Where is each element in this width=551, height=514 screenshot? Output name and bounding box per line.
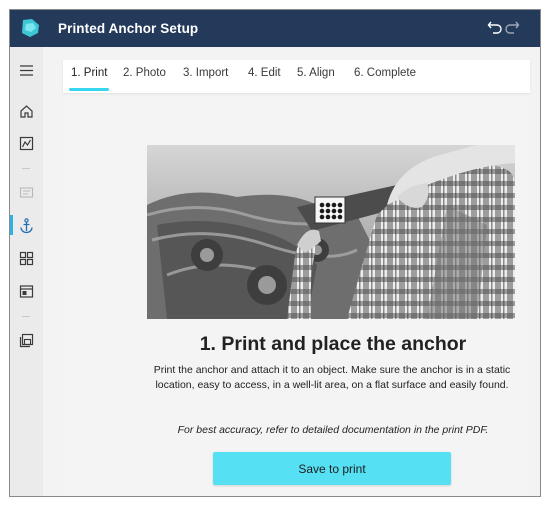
tab-complete[interactable]: 6. Complete	[354, 60, 416, 93]
save-to-print-button[interactable]: Save to print	[213, 452, 451, 485]
sidebar-divider	[22, 168, 30, 169]
anchor-placement-illustration	[147, 145, 515, 319]
app-window: Printed Anchor Setup 1. Print 2. Photo 3…	[9, 9, 541, 497]
undo-icon[interactable]	[486, 18, 504, 36]
step-card: 1. Print and place the anchor Print the …	[63, 97, 530, 496]
main-content: 1. Print 2. Photo 3. Import 4. Edit 5. A…	[53, 47, 540, 496]
active-tab-indicator	[69, 88, 110, 91]
tab-label: 6. Complete	[354, 67, 417, 79]
chart-icon[interactable]	[18, 135, 35, 152]
anchor-icon[interactable]	[18, 217, 35, 234]
hamburger-icon[interactable]	[18, 62, 35, 79]
step-heading: 1. Print and place the anchor	[199, 333, 467, 355]
outline-icon	[19, 187, 34, 198]
tab-label: 1. Print	[71, 67, 108, 79]
sidebar-divider	[22, 316, 30, 317]
grid-icon[interactable]	[18, 250, 35, 267]
guides-logo-icon	[22, 19, 39, 37]
step-tabs: 1. Print 2. Photo 3. Import 4. Edit 5. A…	[63, 60, 530, 93]
step-description: Print the anchor and attach it to an obj…	[153, 364, 511, 391]
tab-import[interactable]: 3. Import	[183, 60, 228, 93]
tab-edit[interactable]: 4. Edit	[248, 60, 281, 93]
tab-label: 3. Import	[183, 67, 229, 79]
accuracy-note: For best accuracy, refer to detailed doc…	[177, 424, 489, 436]
title-bar: Printed Anchor Setup	[10, 10, 540, 47]
sidebar	[10, 47, 43, 496]
tab-align[interactable]: 5. Align	[297, 60, 335, 93]
home-icon[interactable]	[18, 103, 35, 120]
preview-icon[interactable]	[18, 283, 35, 300]
tab-print[interactable]: 1. Print	[69, 60, 110, 93]
app-title: Printed Anchor Setup	[58, 21, 199, 36]
sidebar-active-indicator	[10, 215, 13, 235]
tab-label: 2. Photo	[123, 67, 166, 79]
redo-icon[interactable]	[503, 18, 521, 36]
tab-label: 5. Align	[297, 67, 335, 79]
tab-photo[interactable]: 2. Photo	[123, 60, 166, 93]
tab-label: 4. Edit	[248, 67, 281, 79]
save-icon[interactable]	[18, 332, 35, 349]
